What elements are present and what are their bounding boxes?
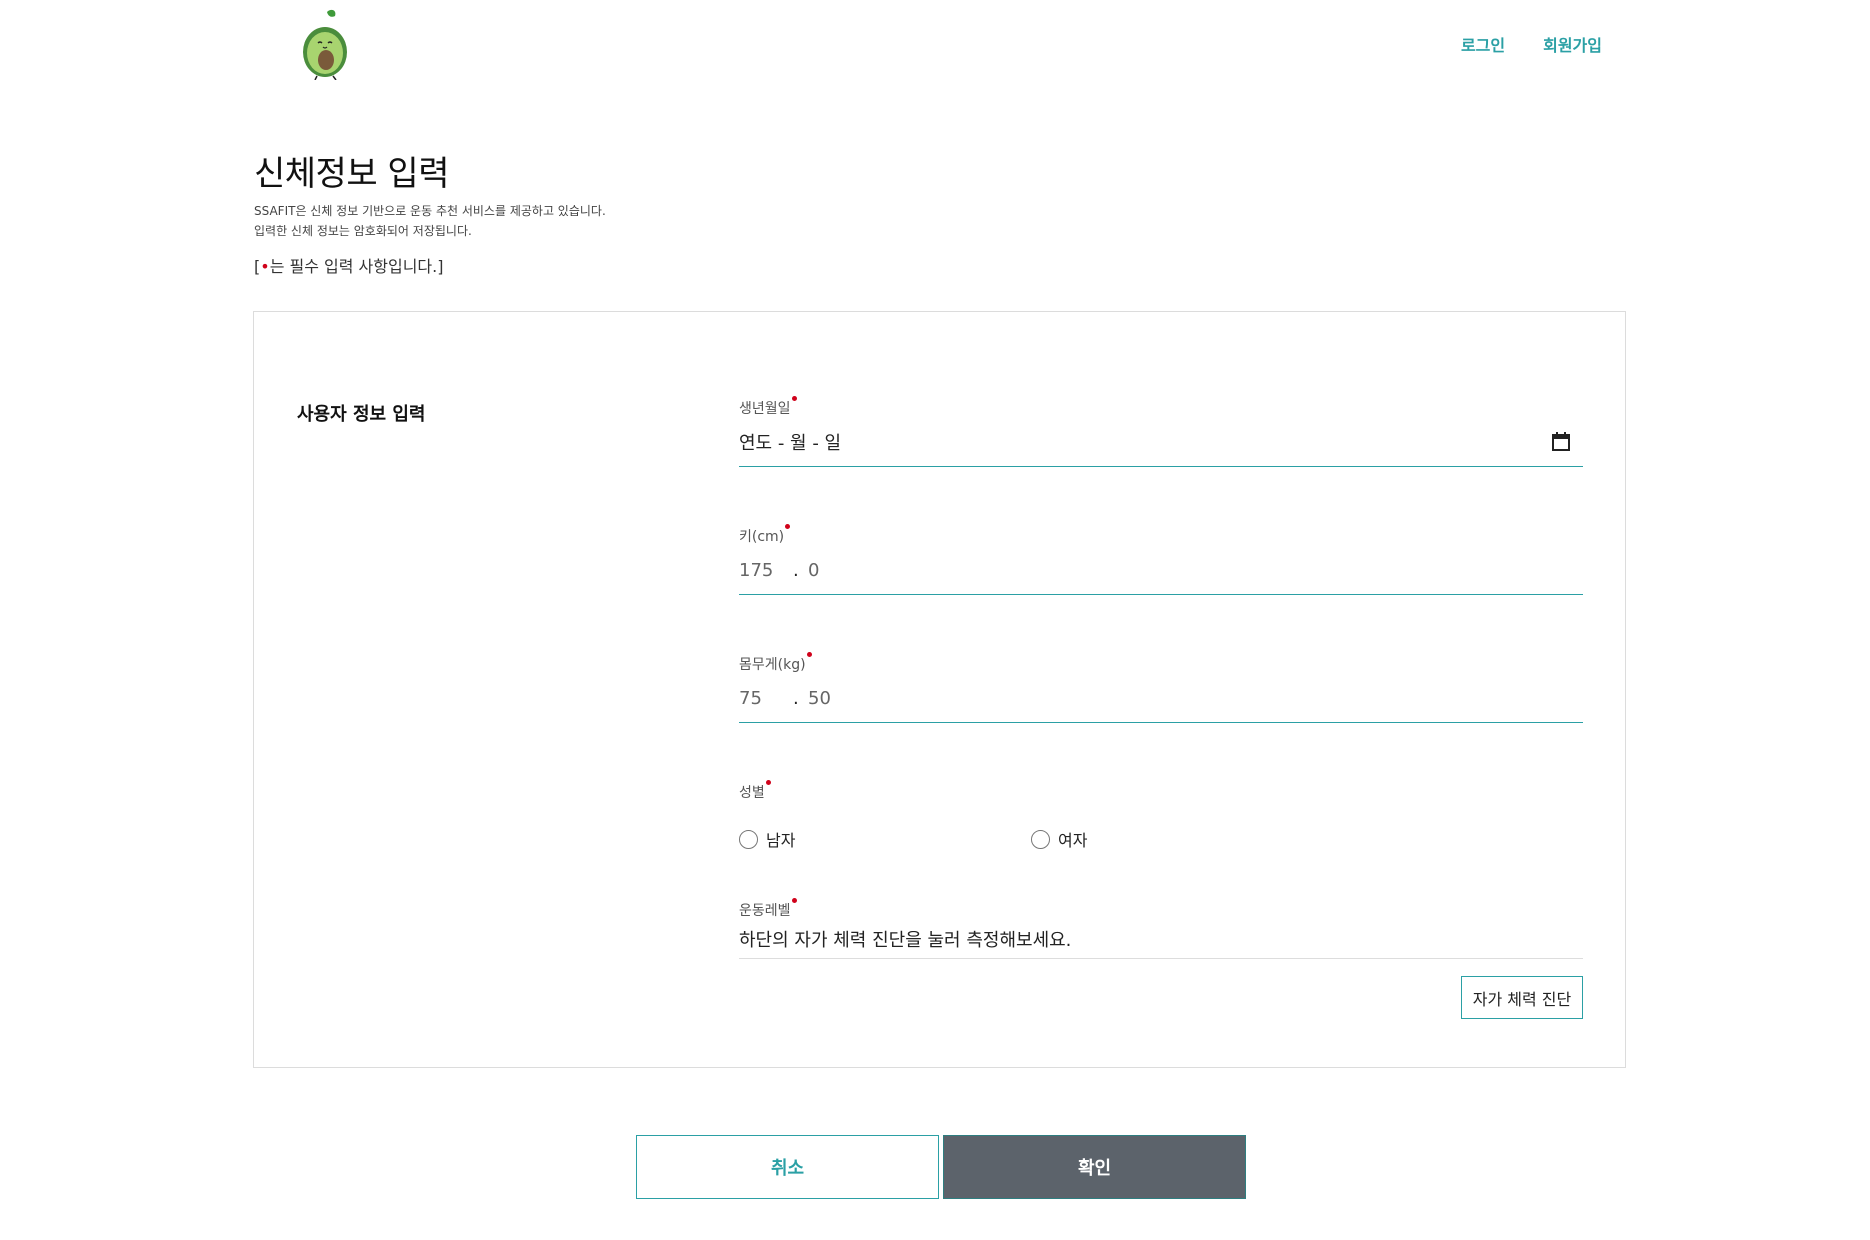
required-dot — [791, 396, 797, 401]
birth-date-input[interactable]: 연도 - 월 - 일 — [739, 418, 1583, 467]
birth-label-text: 생년월일 — [739, 401, 791, 417]
birth-field: 생년월일 연도 - 월 - 일 — [739, 396, 1583, 526]
section-title: 사용자 정보 입력 — [297, 404, 426, 425]
avocado-mascot-icon[interactable] — [297, 8, 353, 80]
gender-field: 성별 남자 여자 — [739, 780, 1583, 900]
height-label-text: 키(cm) — [739, 529, 785, 545]
radio-circle-icon[interactable] — [739, 829, 758, 849]
gender-radio-group: 남자 여자 — [739, 824, 1583, 854]
self-fitness-test-button[interactable]: 자가 체력 진단 — [1461, 976, 1583, 1019]
gender-male-label: 남자 — [766, 831, 796, 850]
header: 로그인 회원가입 — [0, 0, 1870, 100]
calendar-icon[interactable] — [1551, 432, 1571, 452]
top-nav: 로그인 회원가입 — [1461, 32, 1602, 56]
birth-date-placeholder: 연도 - 월 - 일 — [739, 433, 842, 454]
exercise-level-label: 운동레벨 — [739, 898, 797, 920]
gender-female-label: 여자 — [1058, 831, 1088, 850]
required-dot — [765, 780, 771, 785]
required-dot — [791, 898, 797, 903]
height-decimal[interactable]: 0 — [808, 560, 819, 581]
exercise-level-label-text: 운동레벨 — [739, 903, 791, 919]
exercise-level-value: 하단의 자가 체력 진단을 눌러 측정해보세요. — [739, 920, 1583, 959]
required-dot — [806, 652, 812, 657]
required-notice-text: 는 필수 입력 사항입니다.] — [269, 257, 444, 276]
login-link[interactable]: 로그인 — [1461, 32, 1505, 56]
required-notice: [•는 필수 입력 사항입니다.] — [254, 253, 606, 277]
height-label: 키(cm) — [739, 524, 791, 546]
body-info-form: 생년월일 연도 - 월 - 일 키(cm) 175 . 0 몸무게(kg) 75… — [739, 396, 1583, 1019]
decimal-separator: . — [793, 687, 799, 709]
form-actions: 취소 확인 — [636, 1135, 1246, 1199]
required-mark: • — [260, 257, 270, 276]
height-input[interactable]: 175 . 0 — [739, 546, 1583, 595]
required-dot — [785, 524, 791, 529]
exercise-level-field: 운동레벨 하단의 자가 체력 진단을 눌러 측정해보세요. 자가 체력 진단 — [739, 898, 1583, 1019]
height-field: 키(cm) 175 . 0 — [739, 524, 1583, 654]
gender-label-text: 성별 — [739, 785, 765, 801]
gender-label: 성별 — [739, 780, 771, 802]
description-line: SSAFIT은 신체 정보 기반으로 운동 추천 서비스를 제공하고 있습니다. — [254, 204, 606, 218]
weight-label-text: 몸무게(kg) — [739, 657, 806, 673]
signup-link[interactable]: 회원가입 — [1543, 32, 1602, 56]
height-integer[interactable]: 175 — [739, 560, 793, 581]
radio-circle-icon[interactable] — [1031, 829, 1050, 849]
weight-input[interactable]: 75 . 50 — [739, 674, 1583, 723]
page-title: 신체정보 입력 — [254, 154, 449, 194]
description-line: 입력한 신체 정보는 암호화되어 저장됩니다. — [254, 224, 472, 238]
birth-label: 생년월일 — [739, 396, 797, 418]
confirm-button[interactable]: 확인 — [943, 1135, 1246, 1199]
decimal-separator: . — [793, 559, 799, 581]
weight-field: 몸무게(kg) 75 . 50 — [739, 652, 1583, 782]
intro-section: 신체정보 입력 SSAFIT은 신체 정보 기반으로 운동 추천 서비스를 제공… — [254, 146, 606, 277]
weight-decimal[interactable]: 50 — [808, 688, 831, 709]
user-info-card: 사용자 정보 입력 생년월일 연도 - 월 - 일 키(cm) 175 . 0 — [253, 311, 1626, 1068]
gender-radio-female[interactable]: 여자 — [1031, 827, 1323, 851]
weight-integer[interactable]: 75 — [739, 688, 793, 709]
cancel-button[interactable]: 취소 — [636, 1135, 939, 1199]
page-description: SSAFIT은 신체 정보 기반으로 운동 추천 서비스를 제공하고 있습니다.… — [254, 201, 606, 241]
weight-label: 몸무게(kg) — [739, 652, 812, 674]
gender-radio-male[interactable]: 남자 — [739, 827, 1031, 851]
